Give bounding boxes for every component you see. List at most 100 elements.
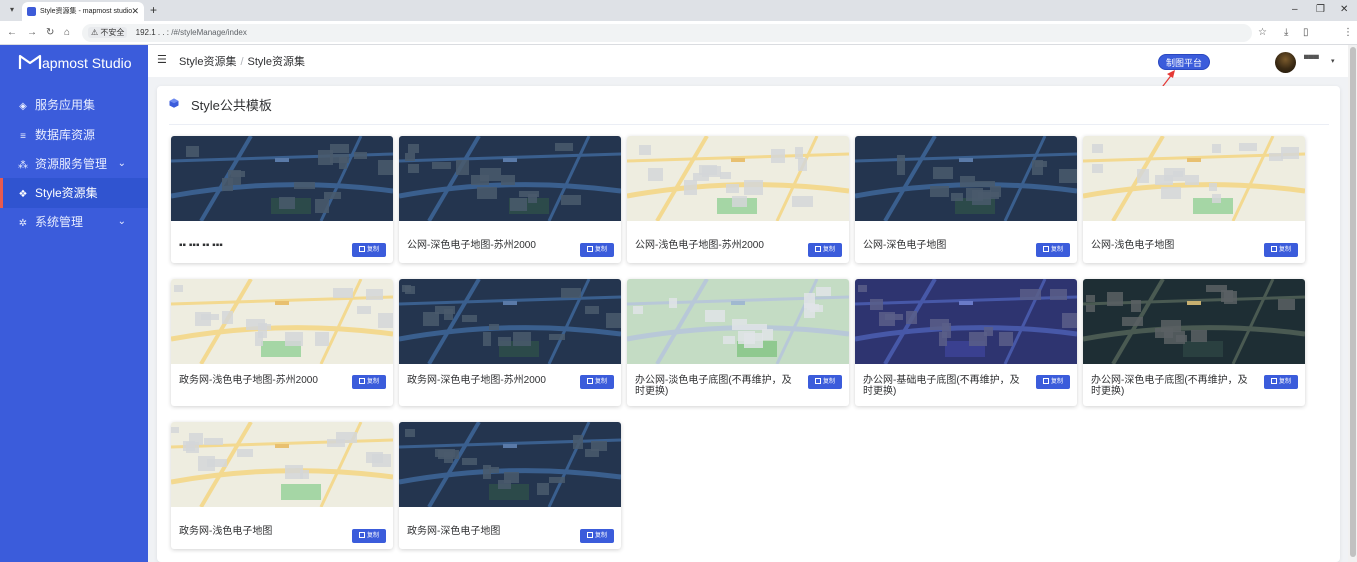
copy-button[interactable]: 复制: [808, 243, 842, 257]
avatar[interactable]: [1275, 52, 1296, 73]
url-host: 192.1 . . :: [135, 28, 169, 37]
card-title: 公网-深色电子地图-苏州2000: [407, 240, 536, 251]
cube-icon: ❖: [18, 189, 28, 200]
style-card[interactable]: 办公网-淡色电子底图(不再维护，及时更换) 复制: [627, 279, 849, 406]
user-name[interactable]: ▀▀▀: [1304, 56, 1319, 63]
forward-icon[interactable]: →: [27, 26, 37, 40]
browser-menu-icon[interactable]: ⋮: [1343, 26, 1353, 40]
map-thumbnail[interactable]: [171, 279, 393, 364]
tab-search-icon[interactable]: ▾: [6, 4, 18, 16]
style-card[interactable]: 政务网-深色电子地图-苏州2000 复制: [399, 279, 621, 406]
map-thumbnail[interactable]: [171, 136, 393, 221]
sidebar-item[interactable]: ≡ 数据库资源: [0, 120, 148, 150]
copy-button[interactable]: 复制: [352, 375, 386, 389]
back-icon[interactable]: ←: [7, 26, 17, 40]
style-card[interactable]: 办公网-基础电子底图(不再维护，及时更换) 复制: [855, 279, 1077, 406]
style-card[interactable]: 公网-浅色电子地图-苏州2000 复制: [627, 136, 849, 263]
copy-button[interactable]: 复制: [352, 529, 386, 543]
map-thumbnail[interactable]: [399, 422, 621, 507]
minimize-icon[interactable]: ‒: [1292, 3, 1298, 17]
panel-title: Style公共模板: [191, 98, 272, 113]
copy-button[interactable]: 复制: [580, 529, 614, 543]
breadcrumb-separator: /: [240, 56, 244, 68]
sidebar-item[interactable]: ✲ 系统管理 ⌄: [0, 207, 148, 237]
sidebar-item-label: 系统管理: [35, 215, 84, 229]
map-thumbnail[interactable]: [855, 279, 1077, 364]
copy-button[interactable]: 复制: [1264, 375, 1298, 389]
map-thumbnail[interactable]: [399, 279, 621, 364]
address-bar: ← → ↻ ⌂ ⚠ 不安全 192.1 . . : /#/styleManage…: [0, 21, 1357, 45]
map-thumbnail[interactable]: [1083, 279, 1305, 364]
copy-label: 复制: [1050, 247, 1063, 253]
style-card[interactable]: 政务网-浅色电子地图 复制: [171, 422, 393, 549]
sidebar-item[interactable]: ◈ 服务应用集: [0, 90, 148, 120]
browser-tab-bar: ▾ Style资源集 - mapmost studio ✕ + ‒ ❐ ✕: [0, 0, 1357, 21]
copy-icon: [814, 246, 821, 252]
app-logo[interactable]: apmost Studio: [18, 51, 132, 75]
copy-label: 复制: [366, 247, 379, 253]
sidebar-item[interactable]: ⁂ 资源服务管理 ⌄: [0, 149, 148, 179]
copy-icon: [358, 532, 365, 538]
map-thumbnail[interactable]: [171, 422, 393, 507]
copy-button[interactable]: 复制: [1036, 243, 1070, 257]
breadcrumb-item[interactable]: Style资源集: [179, 56, 236, 68]
tab-close-icon[interactable]: ✕: [131, 2, 139, 21]
copy-button[interactable]: 复制: [808, 375, 842, 389]
copy-icon: [814, 378, 821, 384]
download-icon[interactable]: ⤓: [1284, 26, 1288, 40]
browser-tab[interactable]: Style资源集 - mapmost studio ✕: [22, 2, 144, 21]
map-thumbnail[interactable]: [855, 136, 1077, 221]
security-warning[interactable]: ⚠ 不安全: [88, 27, 128, 38]
copy-button[interactable]: 复制: [580, 375, 614, 389]
copy-button[interactable]: 复制: [1264, 243, 1298, 257]
breadcrumb: Style资源集 / Style资源集: [179, 53, 305, 69]
card-title: 政务网-深色电子地图-苏州2000: [407, 375, 546, 386]
style-card[interactable]: 公网-深色电子地图-苏州2000 复制: [399, 136, 621, 263]
url-field[interactable]: ⚠ 不安全 192.1 . . : /#/styleManage/index: [82, 24, 1252, 42]
copy-label: 复制: [822, 247, 835, 253]
copy-icon: [1270, 246, 1277, 252]
copy-button[interactable]: 复制: [1036, 375, 1070, 389]
copy-icon: [358, 246, 365, 252]
window-close-icon[interactable]: ✕: [1340, 3, 1348, 17]
map-thumbnail[interactable]: [627, 136, 849, 221]
caret-down-icon[interactable]: ▾: [1331, 57, 1335, 65]
sidebar-item-label: 服务应用集: [35, 98, 96, 112]
map-thumbnail[interactable]: [627, 279, 849, 364]
sidebar-item-label: 资源服务管理: [35, 157, 108, 171]
style-card[interactable]: ▪▪ ▪▪▪ ▪▪ ▪▪▪ 复制: [171, 136, 393, 263]
style-card[interactable]: 办公网-深色电子底图(不再维护，及时更换) 复制: [1083, 279, 1305, 406]
style-card[interactable]: 政务网-浅色电子地图-苏州2000 复制: [171, 279, 393, 406]
copy-icon: [586, 378, 593, 384]
bookmark-star-icon[interactable]: ☆: [1258, 26, 1267, 40]
new-tab-icon[interactable]: +: [150, 3, 157, 17]
copy-label: 复制: [1278, 379, 1291, 385]
copy-label: 复制: [1050, 379, 1063, 385]
copy-icon: [586, 246, 593, 252]
copy-button[interactable]: 复制: [352, 243, 386, 257]
copy-button[interactable]: 复制: [580, 243, 614, 257]
side-panel-icon[interactable]: ▯: [1303, 26, 1309, 40]
copy-label: 复制: [594, 247, 607, 253]
copy-icon: [1042, 378, 1049, 384]
card-title: 政务网-深色电子地图: [407, 526, 501, 537]
menu-toggle-icon[interactable]: ☰: [157, 53, 167, 66]
copy-icon: [1042, 246, 1049, 252]
style-card[interactable]: 公网-深色电子地图 复制: [855, 136, 1077, 263]
copy-label: 复制: [594, 379, 607, 385]
card-title: 办公网-基础电子底图(不再维护，及时更换): [863, 375, 1020, 397]
scrollbar-thumb[interactable]: [1350, 47, 1356, 557]
style-card[interactable]: 政务网-深色电子地图复制: [399, 422, 621, 549]
copy-label: 复制: [366, 379, 379, 385]
style-card[interactable]: 公网-浅色电子地图 复制: [1083, 136, 1305, 263]
map-thumbnail[interactable]: [399, 136, 621, 221]
restore-icon[interactable]: ❐: [1316, 3, 1325, 17]
map-thumbnail[interactable]: [1083, 136, 1305, 221]
copy-label: 复制: [594, 533, 607, 539]
breadcrumb-item-current: Style资源集: [247, 56, 305, 68]
home-icon[interactable]: ⌂: [64, 26, 70, 40]
reload-icon[interactable]: ↻: [46, 26, 54, 40]
card-title: 办公网-深色电子底图(不再维护，及时更换): [1091, 375, 1248, 397]
logo-m-icon: [18, 54, 42, 69]
sidebar-item[interactable]: ❖ Style资源集: [0, 178, 148, 208]
